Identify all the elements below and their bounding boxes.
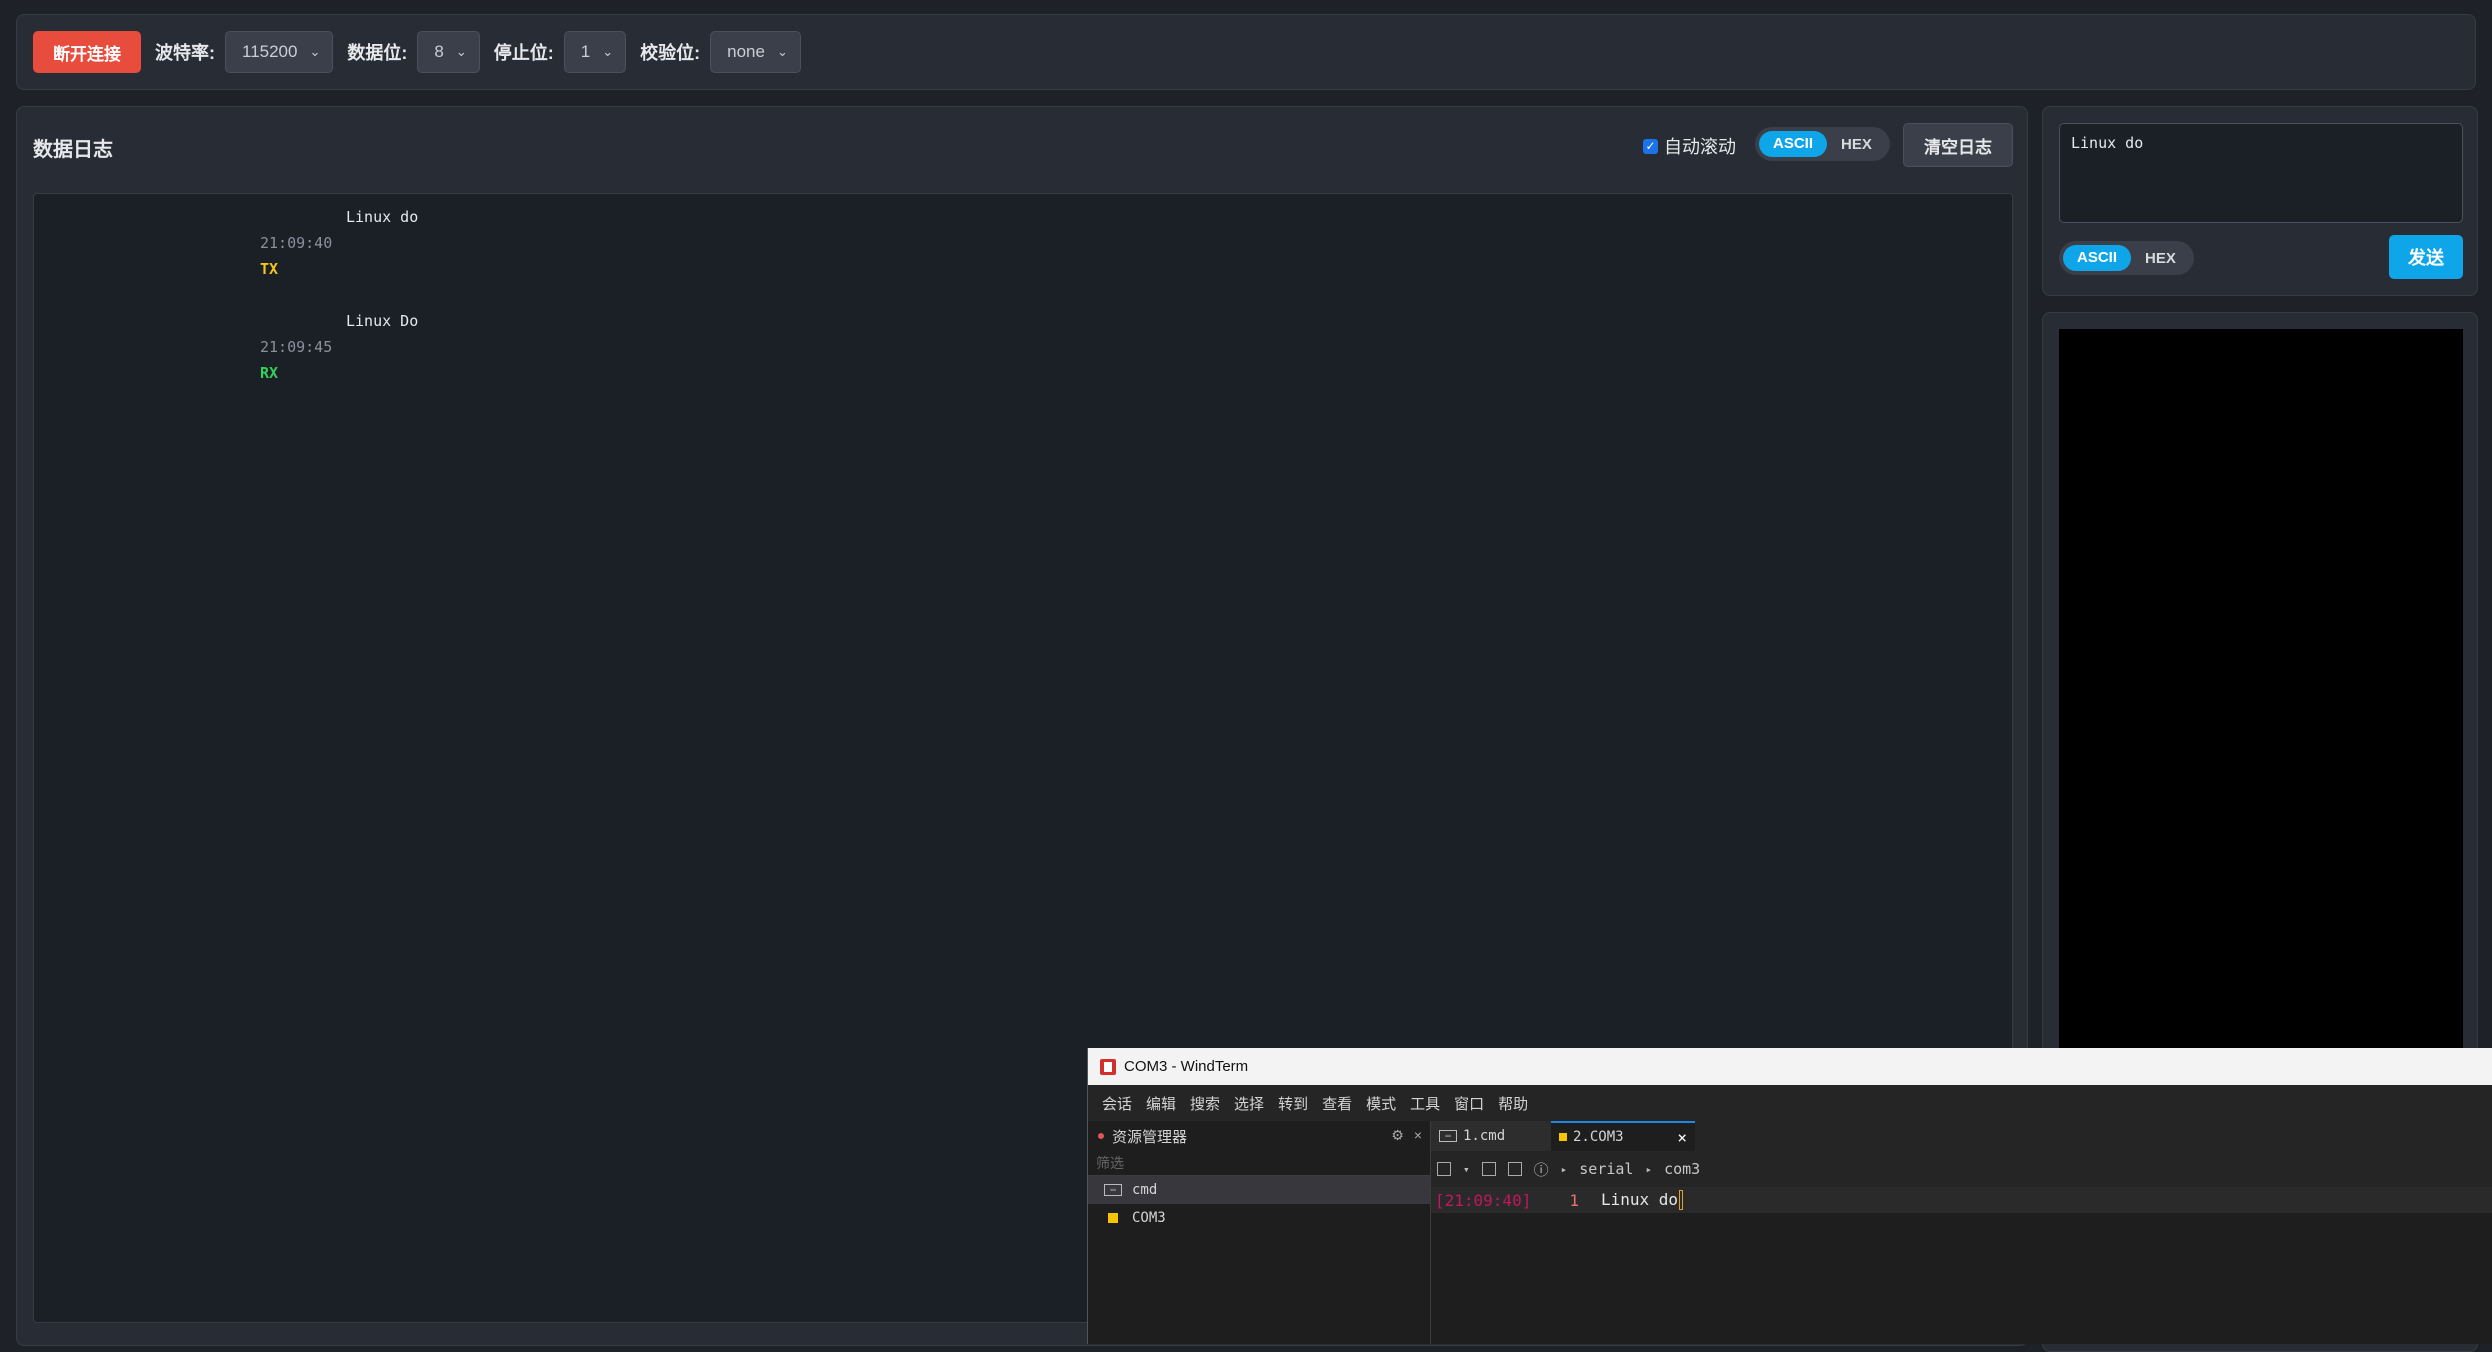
terminal-text: Linux do [1600, 1189, 1684, 1211]
serial-icon [1559, 1133, 1567, 1141]
tab-cmd[interactable]: ▭ 1.cmd [1431, 1121, 1551, 1151]
log-message: Linux Do [346, 312, 419, 330]
log-direction-tx: TX [260, 260, 279, 278]
terminal-line-number: 1 [1569, 1190, 1579, 1210]
terminal-tabs: ▭ 1.cmd 2.COM3 × [1431, 1121, 2492, 1151]
explorer-header: 资源管理器 ⚙ × [1088, 1121, 1430, 1151]
chevron-right-icon: ▸ [1645, 1162, 1653, 1176]
split-icon[interactable] [1507, 1162, 1522, 1176]
tab-label: 2.COM3 [1573, 1129, 1624, 1145]
disconnect-button[interactable]: 断开连接 [33, 31, 141, 73]
explorer-item-label: COM3 [1132, 1210, 1166, 1226]
menu-select[interactable]: 选择 [1234, 1093, 1264, 1114]
windterm-body: 资源管理器 ⚙ × 筛选 ▭ cmd COM3 ▭ 1.cmd 2.COM3 ×… [1088, 1121, 2492, 1344]
explorer-item-com3[interactable]: COM3 [1088, 1204, 1430, 1232]
chevron-down-icon: ⌄ [776, 44, 788, 59]
serial-icon [1108, 1213, 1118, 1223]
explorer-sidebar: 资源管理器 ⚙ × 筛选 ▭ cmd COM3 [1088, 1121, 1431, 1344]
tab-com3[interactable]: 2.COM3 × [1551, 1121, 1695, 1151]
menu-edit[interactable]: 编辑 [1146, 1093, 1176, 1114]
chevron-down-icon: ⌄ [602, 44, 614, 59]
log-entry: Linux Do 21:09:45 RX [260, 312, 418, 382]
close-icon[interactable]: × [1414, 1127, 1422, 1144]
send-ascii-option[interactable]: ASCII [2063, 245, 2132, 271]
baud-select[interactable]: 115200 ⌄ [225, 31, 334, 73]
stopbits-select[interactable]: 1 ⌄ [563, 31, 627, 73]
log-timestamp: 21:09:40 [260, 234, 333, 252]
terminal-line[interactable]: [21:09:40] 1 Linux do [1431, 1187, 2492, 1213]
autoscroll-label: 自动滚动 [1664, 137, 1736, 157]
explorer-filter-input[interactable]: 筛选 [1088, 1151, 1430, 1176]
menu-window[interactable]: 窗口 [1454, 1093, 1484, 1114]
close-icon[interactable]: × [1677, 1128, 1687, 1147]
connection-toolbar: 断开连接 波特率: 115200 ⌄ 数据位: 8 ⌄ 停止位: 1 ⌄ 校验位: n… [16, 14, 2476, 90]
send-button[interactable]: 发送 [2389, 235, 2463, 279]
menu-tools[interactable]: 工具 [1410, 1093, 1440, 1114]
windterm-logo-icon [1100, 1058, 1116, 1075]
send-hex-option[interactable]: HEX [2131, 250, 2190, 267]
terminal-main: ▭ 1.cmd 2.COM3 × ▾ ⓘ ▸ serial ▸ com3 [21… [1431, 1121, 2492, 1344]
log-message: Linux do [346, 208, 419, 226]
menu-session[interactable]: 会话 [1102, 1093, 1132, 1114]
clear-log-button[interactable]: 清空日志 [1903, 123, 2013, 167]
menu-mode[interactable]: 模式 [1366, 1093, 1396, 1114]
autoscroll-checkbox[interactable]: ✓ 自动滚动 [1643, 133, 1736, 159]
log-title: 数据日志 [33, 139, 113, 161]
duplicate-icon[interactable] [1481, 1162, 1496, 1176]
send-format-toggle: ASCII HEX [2059, 241, 2194, 275]
check-icon: ✓ [1643, 138, 1658, 154]
explorer-item-cmd[interactable]: ▭ cmd [1088, 1176, 1430, 1204]
log-format-toggle: ASCII HEX [1755, 127, 1890, 161]
baud-label: 波特率: [155, 43, 215, 63]
explorer-dot-icon [1098, 1133, 1104, 1139]
windterm-window: COM3 - WindTerm 会话 编辑 搜索 选择 转到 查看 模式 工具 … [1087, 1048, 2492, 1344]
windterm-menubar: 会话 编辑 搜索 选择 转到 查看 模式 工具 窗口 帮助 [1088, 1085, 2492, 1121]
stopbits-value: 1 [580, 42, 591, 61]
explorer-item-label: cmd [1132, 1182, 1158, 1198]
send-panel: Linux do ASCII HEX 发送 [2042, 106, 2478, 296]
menu-help[interactable]: 帮助 [1498, 1093, 1528, 1114]
explorer-tools: ⚙ × [1391, 1127, 1422, 1144]
explorer-title: 资源管理器 [1112, 1128, 1188, 1146]
gear-icon[interactable]: ⚙ [1391, 1127, 1404, 1144]
terminal-icon: ▭ [1439, 1130, 1457, 1142]
stopbits-label: 停止位: [493, 43, 554, 63]
log-entry: Linux do 21:09:40 TX [260, 208, 418, 278]
chevron-down-icon: ⌄ [309, 44, 321, 59]
new-session-icon[interactable] [1437, 1162, 1451, 1176]
terminal-timestamp: [21:09:40] [1435, 1190, 1532, 1210]
parity-value: none [727, 42, 765, 61]
breadcrumb-serial[interactable]: serial [1579, 1160, 1633, 1178]
databits-select[interactable]: 8 ⌄ [417, 31, 480, 73]
send-input[interactable]: Linux do [2059, 123, 2463, 223]
terminal-text-value: Linux do [1600, 1189, 1679, 1209]
log-hex-option[interactable]: HEX [1827, 136, 1886, 153]
databits-value: 8 [434, 42, 444, 61]
log-timestamp: 21:09:45 [260, 338, 333, 356]
log-direction-rx: RX [260, 364, 279, 382]
tab-label: 1.cmd [1463, 1128, 1506, 1144]
parity-label: 校验位: [640, 43, 701, 63]
databits-label: 数据位: [347, 43, 408, 63]
menu-goto[interactable]: 转到 [1278, 1093, 1308, 1114]
windterm-titlebar[interactable]: COM3 - WindTerm [1088, 1048, 2492, 1085]
terminal-icon: ▭ [1104, 1184, 1122, 1196]
menu-search[interactable]: 搜索 [1190, 1093, 1220, 1114]
breadcrumb-com3[interactable]: com3 [1664, 1160, 1700, 1178]
chevron-down-icon: ⌄ [455, 44, 467, 59]
cursor-icon [1679, 1190, 1684, 1211]
info-icon[interactable]: ⓘ [1534, 1159, 1549, 1180]
menu-view[interactable]: 查看 [1322, 1093, 1352, 1114]
log-ascii-option[interactable]: ASCII [1759, 131, 1828, 157]
chevron-right-icon: ▸ [1560, 1162, 1568, 1176]
parity-select[interactable]: none ⌄ [710, 31, 801, 73]
baud-value: 115200 [242, 42, 298, 61]
windterm-title: COM3 - WindTerm [1124, 1058, 1249, 1075]
chevron-down-icon[interactable]: ▾ [1463, 1163, 1470, 1176]
terminal-toolbar: ▾ ⓘ ▸ serial ▸ com3 [1431, 1151, 2492, 1187]
